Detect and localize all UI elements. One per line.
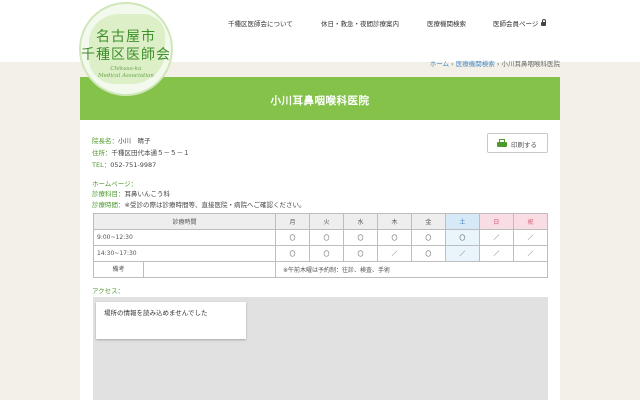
- header-time: 診療時間: [93, 213, 276, 230]
- department-value: 耳鼻いんこう科: [124, 190, 171, 198]
- mark-thu: 〇: [376, 229, 412, 246]
- director-value: 小川 晴子: [118, 137, 151, 145]
- tel-row: TEL：052-751-9987: [92, 159, 156, 169]
- header-day-fri: 金: [410, 213, 446, 230]
- remarks-table-cell: 備考: [93, 261, 276, 278]
- mark-sat: 〇: [444, 229, 480, 246]
- homepage-row: ホームページ：: [92, 178, 137, 188]
- schedule-row-afternoon: 14:30~17:30 〇 〇 〇 ／ 〇 ／ ／ ／: [93, 245, 549, 262]
- mark-mon: 〇: [275, 229, 310, 246]
- nav-item-member-label: 医師会員ページ: [493, 20, 539, 28]
- header-day-thu: 木: [376, 213, 412, 230]
- print-button[interactable]: 印刷する: [487, 133, 548, 153]
- remarks-label: 備考: [94, 262, 144, 277]
- mark-fri: 〇: [410, 229, 446, 246]
- mark-wed: 〇: [342, 245, 378, 262]
- department-row: 診療科目：耳鼻いんこう科: [92, 188, 170, 198]
- breadcrumb-home[interactable]: ホーム: [430, 60, 449, 68]
- mark-tue: 〇: [308, 245, 344, 262]
- header-day-mon: 月: [275, 213, 310, 230]
- schedule-table: 診療時間 月 火 水 木 金 土 日 祝 9:00~12:30 〇 〇 〇 〇 …: [93, 213, 549, 278]
- time-slot: 14:30~17:30: [93, 245, 276, 262]
- mark-sun: ／: [478, 229, 514, 246]
- header-day-sat: 土: [444, 213, 480, 230]
- access-row: アクセス：: [92, 285, 124, 295]
- breadcrumb-current: 小川耳鼻咽喉科医院: [501, 60, 561, 68]
- breadcrumb-search[interactable]: 医療機関検索: [456, 60, 495, 68]
- header-day-wed: 水: [342, 213, 378, 230]
- logo-en-ward: Chikusa-ku: [110, 66, 142, 72]
- mark-thu: ／: [376, 245, 412, 262]
- schedule-header-row: 診療時間 月 火 水 木 金 土 日 祝: [93, 213, 549, 230]
- access-label: アクセス：: [92, 287, 125, 295]
- map-error-message: 場所の情報を読み込めませんでした: [96, 302, 246, 339]
- nav-item-about[interactable]: 千種区医師会について: [228, 18, 293, 28]
- header-day-tue: 火: [308, 213, 344, 230]
- mark-wed: 〇: [342, 229, 378, 246]
- logo-en-association: Medical Association: [98, 73, 154, 79]
- mark-sun: ／: [478, 245, 514, 262]
- clinic-detail-card: 院長名：小川 晴子 住所：千種区田代本通５－５－１ TEL：052-751-99…: [80, 120, 560, 400]
- nav-item-search[interactable]: 医療機関検索: [427, 18, 466, 28]
- mark-tue: 〇: [308, 229, 344, 246]
- tel-value[interactable]: 052-751-9987: [110, 161, 156, 169]
- nav-item-emergency[interactable]: 休日・救急・夜間診療案内: [321, 18, 399, 28]
- director-row: 院長名：小川 晴子: [92, 135, 151, 145]
- address-row: 住所：千種区田代本通５－５－１: [92, 147, 190, 157]
- mark-sat: ／: [444, 245, 480, 262]
- map[interactable]: 場所の情報を読み込めませんでした: [93, 297, 548, 400]
- breadcrumb: ホーム › 医療機関検索 › 小川耳鼻咽喉科医院: [430, 58, 560, 68]
- header-day-sun: 日: [478, 213, 514, 230]
- printer-icon: [497, 139, 507, 148]
- lock-icon: [541, 19, 547, 26]
- mark-mon: 〇: [275, 245, 310, 262]
- tel-label: TEL：: [92, 161, 111, 169]
- address-label: 住所：: [92, 149, 112, 157]
- schedule-row-remarks: 備考 ※午前木曜は予約制：往診、検査、手術: [93, 261, 548, 278]
- logo[interactable]: 名古屋市 千種区医師会 Chikusa-ku Medical Associati…: [79, 2, 173, 96]
- department-label: 診療科目：: [92, 190, 125, 198]
- nav-item-member[interactable]: 医師会員ページ: [493, 18, 547, 28]
- page-title: 小川耳鼻咽喉科医院: [270, 95, 370, 107]
- mark-holiday: ／: [512, 229, 549, 246]
- director-label: 院長名：: [92, 137, 118, 145]
- hours-row: 診療時間：※受診の際は診療時間等、直接医院・病院へご確認ください。: [92, 199, 305, 209]
- header-day-holiday: 祝: [512, 213, 549, 230]
- logo-city: 名古屋市: [96, 29, 156, 45]
- print-label: 印刷する: [511, 141, 537, 149]
- remarks-value: ※午前木曜は予約制：往診、検査、手術: [275, 261, 548, 278]
- time-slot: 9:00~12:30: [93, 229, 276, 246]
- logo-association: 千種区医師会: [81, 47, 171, 63]
- mark-fri: 〇: [410, 245, 446, 262]
- address-value: 千種区田代本通５－５－１: [111, 149, 190, 157]
- mark-holiday: ／: [512, 245, 549, 262]
- homepage-label: ホームページ：: [92, 180, 138, 188]
- schedule-row-morning: 9:00~12:30 〇 〇 〇 〇 〇 〇 ／ ／: [93, 229, 549, 246]
- hours-note: ※受診の際は診療時間等、直接医院・病院へご確認ください。: [124, 201, 306, 209]
- hours-label: 診療時間：: [92, 201, 125, 209]
